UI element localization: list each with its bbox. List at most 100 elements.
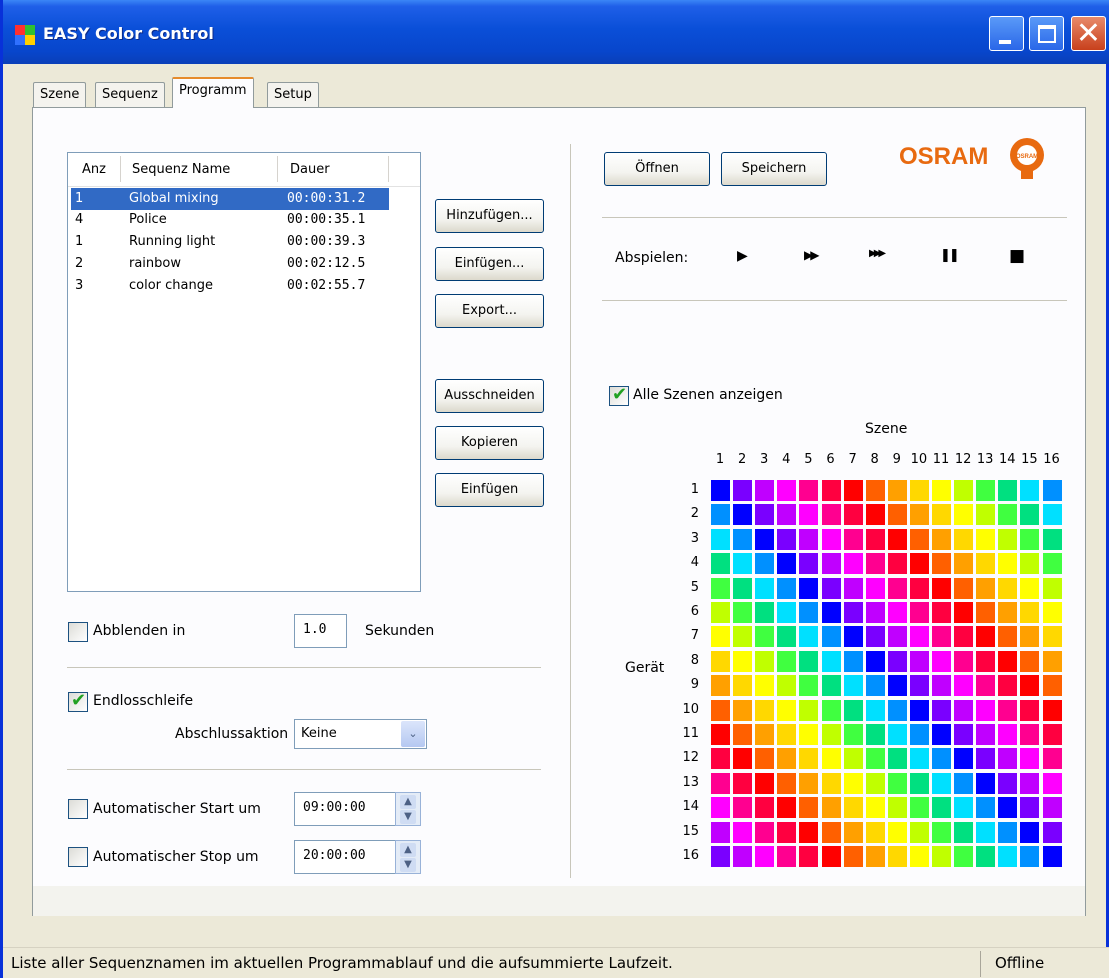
scene-cell[interactable] — [887, 821, 907, 843]
scene-cell[interactable] — [755, 577, 775, 599]
scene-cell[interactable] — [755, 504, 775, 526]
scene-cell[interactable] — [998, 577, 1018, 599]
spin-up-icon[interactable]: ▲ — [400, 843, 416, 857]
scene-cell[interactable] — [733, 626, 753, 648]
scene-cell[interactable] — [843, 626, 863, 648]
scene-cell[interactable] — [1042, 650, 1062, 672]
scene-cell[interactable] — [777, 577, 797, 599]
scene-cell[interactable] — [954, 577, 974, 599]
scene-cell[interactable] — [843, 724, 863, 745]
scene-cell[interactable] — [909, 748, 929, 770]
scene-cell[interactable] — [777, 553, 797, 575]
copy-button[interactable]: Kopieren — [435, 426, 544, 460]
scene-cell[interactable] — [932, 650, 951, 672]
scene-cell[interactable] — [1020, 528, 1040, 550]
scene-cell[interactable] — [755, 480, 775, 501]
scene-cell[interactable] — [1020, 553, 1040, 575]
scene-cell[interactable] — [821, 748, 841, 770]
scene-cell[interactable] — [843, 772, 863, 794]
scene-cell[interactable] — [887, 480, 907, 501]
scene-cell[interactable] — [998, 748, 1018, 770]
scene-cell[interactable] — [887, 772, 907, 794]
scene-cell[interactable] — [998, 724, 1018, 745]
scene-cell[interactable] — [887, 699, 907, 721]
scene-cell[interactable] — [821, 480, 841, 501]
scene-cell[interactable] — [843, 748, 863, 770]
scene-cell[interactable] — [755, 748, 775, 770]
scene-cell[interactable] — [1042, 846, 1062, 867]
scene-cell[interactable] — [865, 528, 885, 550]
scene-cell[interactable] — [755, 675, 775, 697]
scene-cell[interactable] — [821, 528, 841, 550]
tab-sequenz[interactable]: Sequenz — [95, 82, 165, 108]
scene-cell[interactable] — [711, 602, 730, 623]
scene-cell[interactable] — [777, 602, 797, 623]
scene-cell[interactable] — [755, 772, 775, 794]
scene-cell[interactable] — [799, 504, 819, 526]
scene-cell[interactable] — [843, 528, 863, 550]
scene-cell[interactable] — [799, 675, 819, 697]
scene-cell[interactable] — [1042, 699, 1062, 721]
scene-cell[interactable] — [1042, 821, 1062, 843]
scene-cell[interactable] — [777, 528, 797, 550]
scene-cell[interactable] — [755, 553, 775, 575]
scene-cell[interactable] — [1020, 699, 1040, 721]
maximize-button[interactable] — [1029, 16, 1064, 51]
scene-cell[interactable] — [932, 772, 951, 794]
scene-cell[interactable] — [1020, 602, 1040, 623]
scene-cell[interactable] — [976, 553, 996, 575]
scene-cell[interactable] — [998, 675, 1018, 697]
title-bar[interactable]: EASY Color Control ✕ — [3, 0, 1109, 64]
scene-cell[interactable] — [777, 821, 797, 843]
scene-cell[interactable] — [998, 772, 1018, 794]
loop-checkbox[interactable]: ✔ — [68, 690, 88, 712]
scene-cell[interactable] — [1042, 553, 1062, 575]
scene-cell[interactable] — [998, 699, 1018, 721]
scene-cell[interactable] — [821, 553, 841, 575]
pause-icon[interactable]: ❚❚ — [940, 248, 960, 263]
scene-cell[interactable] — [755, 699, 775, 721]
scene-cell[interactable] — [887, 528, 907, 550]
spin-down-icon[interactable]: ▼ — [400, 858, 416, 872]
scene-cell[interactable] — [954, 699, 974, 721]
fast-forward-icon[interactable]: ▶▶ — [804, 248, 820, 262]
scene-cell[interactable] — [954, 602, 974, 623]
scene-cell[interactable] — [887, 602, 907, 623]
scene-cell[interactable] — [909, 553, 929, 575]
scene-cell[interactable] — [777, 480, 797, 501]
fade-seconds-input[interactable]: 1.0 — [294, 614, 347, 648]
scene-cell[interactable] — [932, 699, 951, 721]
scene-cell[interactable] — [954, 553, 974, 575]
scene-cell[interactable] — [777, 724, 797, 745]
scene-cell[interactable] — [799, 480, 819, 501]
scene-cell[interactable] — [755, 846, 775, 867]
scene-cell[interactable] — [1042, 772, 1062, 794]
scene-cell[interactable] — [909, 504, 929, 526]
scene-cell[interactable] — [976, 528, 996, 550]
scene-cell[interactable] — [865, 724, 885, 745]
tab-programm[interactable]: Programm — [172, 77, 254, 108]
scene-cell[interactable] — [909, 480, 929, 501]
scene-cell[interactable] — [1020, 846, 1040, 867]
scene-cell[interactable] — [821, 504, 841, 526]
scene-cell[interactable] — [755, 724, 775, 745]
scene-cell[interactable] — [821, 577, 841, 599]
scene-cell[interactable] — [777, 846, 797, 867]
fade-checkbox[interactable] — [68, 622, 88, 642]
play-icon[interactable]: ▶ — [737, 248, 748, 264]
scene-cell[interactable] — [932, 480, 951, 501]
scene-cell[interactable] — [1020, 577, 1040, 599]
scene-cell[interactable] — [976, 675, 996, 697]
scene-cell[interactable] — [1042, 480, 1062, 501]
scene-cell[interactable] — [733, 650, 753, 672]
scene-cell[interactable] — [733, 797, 753, 819]
open-button[interactable]: Öffnen — [604, 152, 710, 186]
scene-cell[interactable] — [998, 846, 1018, 867]
list-item[interactable]: 2 rainbow 00:02:12.5 — [71, 253, 389, 275]
scene-cell[interactable] — [887, 846, 907, 867]
scene-cell[interactable] — [711, 504, 730, 526]
scene-cell[interactable] — [799, 772, 819, 794]
scene-cell[interactable] — [733, 772, 753, 794]
scene-cell[interactable] — [909, 602, 929, 623]
scene-cell[interactable] — [932, 724, 951, 745]
